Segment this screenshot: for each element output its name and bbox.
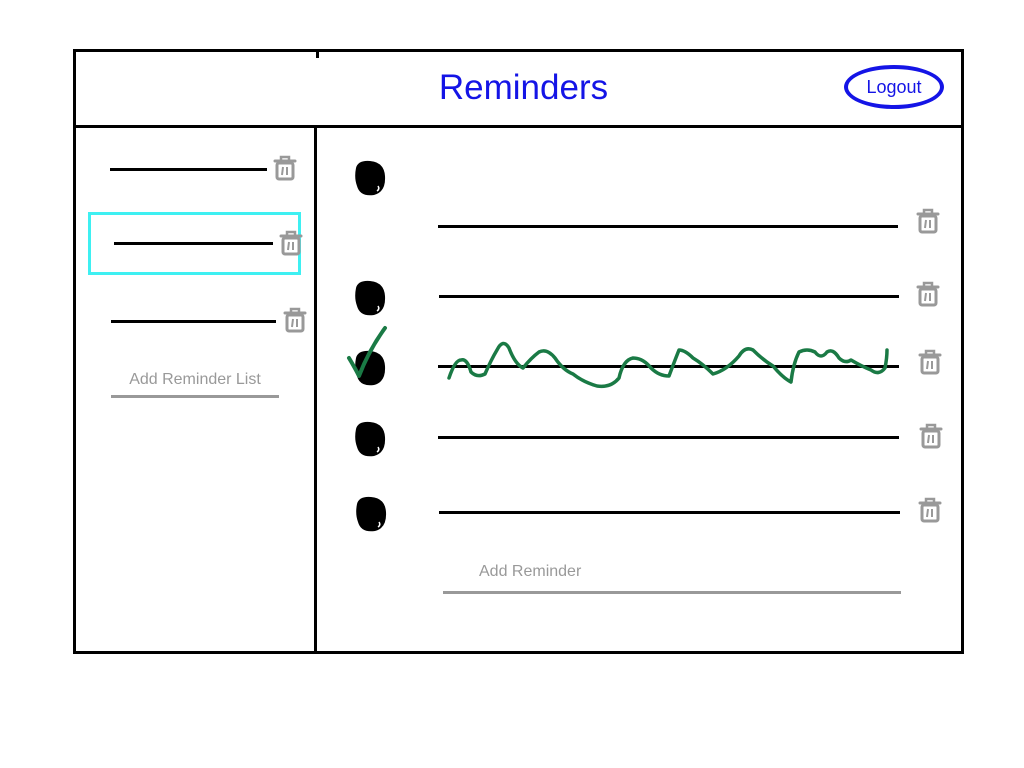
header-divider-tick bbox=[316, 52, 319, 58]
add-reminder-list-input[interactable]: Add Reminder List bbox=[111, 371, 279, 398]
page-title: Reminders bbox=[438, 68, 609, 107]
trash-icon[interactable] bbox=[917, 496, 943, 524]
list-name-placeholder bbox=[114, 242, 273, 245]
trash-icon[interactable] bbox=[915, 280, 941, 308]
list-name-placeholder bbox=[110, 168, 267, 171]
reminder-text-placeholder[interactable] bbox=[439, 511, 900, 514]
add-reminder-input[interactable]: Add Reminder bbox=[443, 563, 901, 594]
trash-icon[interactable] bbox=[917, 348, 943, 376]
reminder-text-placeholder[interactable] bbox=[439, 295, 899, 298]
bullet-icon[interactable] bbox=[352, 419, 388, 459]
sidebar-list-item[interactable] bbox=[110, 154, 310, 184]
trash-icon[interactable] bbox=[915, 207, 941, 235]
app-window: Reminders Logout Add Reminder List Add R… bbox=[73, 49, 964, 654]
sidebar: Add Reminder List bbox=[76, 128, 317, 651]
bullet-icon[interactable] bbox=[353, 494, 389, 534]
trash-icon[interactable] bbox=[272, 154, 298, 182]
trash-icon[interactable] bbox=[282, 306, 308, 334]
sidebar-list-item[interactable] bbox=[111, 306, 311, 336]
strikethrough-scribble bbox=[447, 341, 889, 389]
reminder-text-placeholder[interactable] bbox=[438, 436, 899, 439]
reminder-list-panel: Add Reminder bbox=[317, 128, 961, 651]
bullet-icon[interactable] bbox=[352, 158, 388, 198]
header: Reminders Logout bbox=[76, 52, 961, 128]
bullet-icon[interactable] bbox=[352, 278, 388, 318]
trash-icon[interactable] bbox=[918, 422, 944, 450]
list-name-placeholder bbox=[111, 320, 276, 323]
sidebar-list-item-selected[interactable] bbox=[114, 229, 314, 259]
reminder-text-placeholder[interactable] bbox=[438, 225, 898, 228]
trash-icon[interactable] bbox=[278, 229, 304, 257]
bullet-icon-completed[interactable] bbox=[352, 348, 388, 388]
reminder-text-placeholder-completed[interactable] bbox=[438, 365, 899, 368]
add-reminder-label: Add Reminder bbox=[479, 563, 582, 580]
logout-button[interactable]: Logout bbox=[844, 65, 944, 109]
